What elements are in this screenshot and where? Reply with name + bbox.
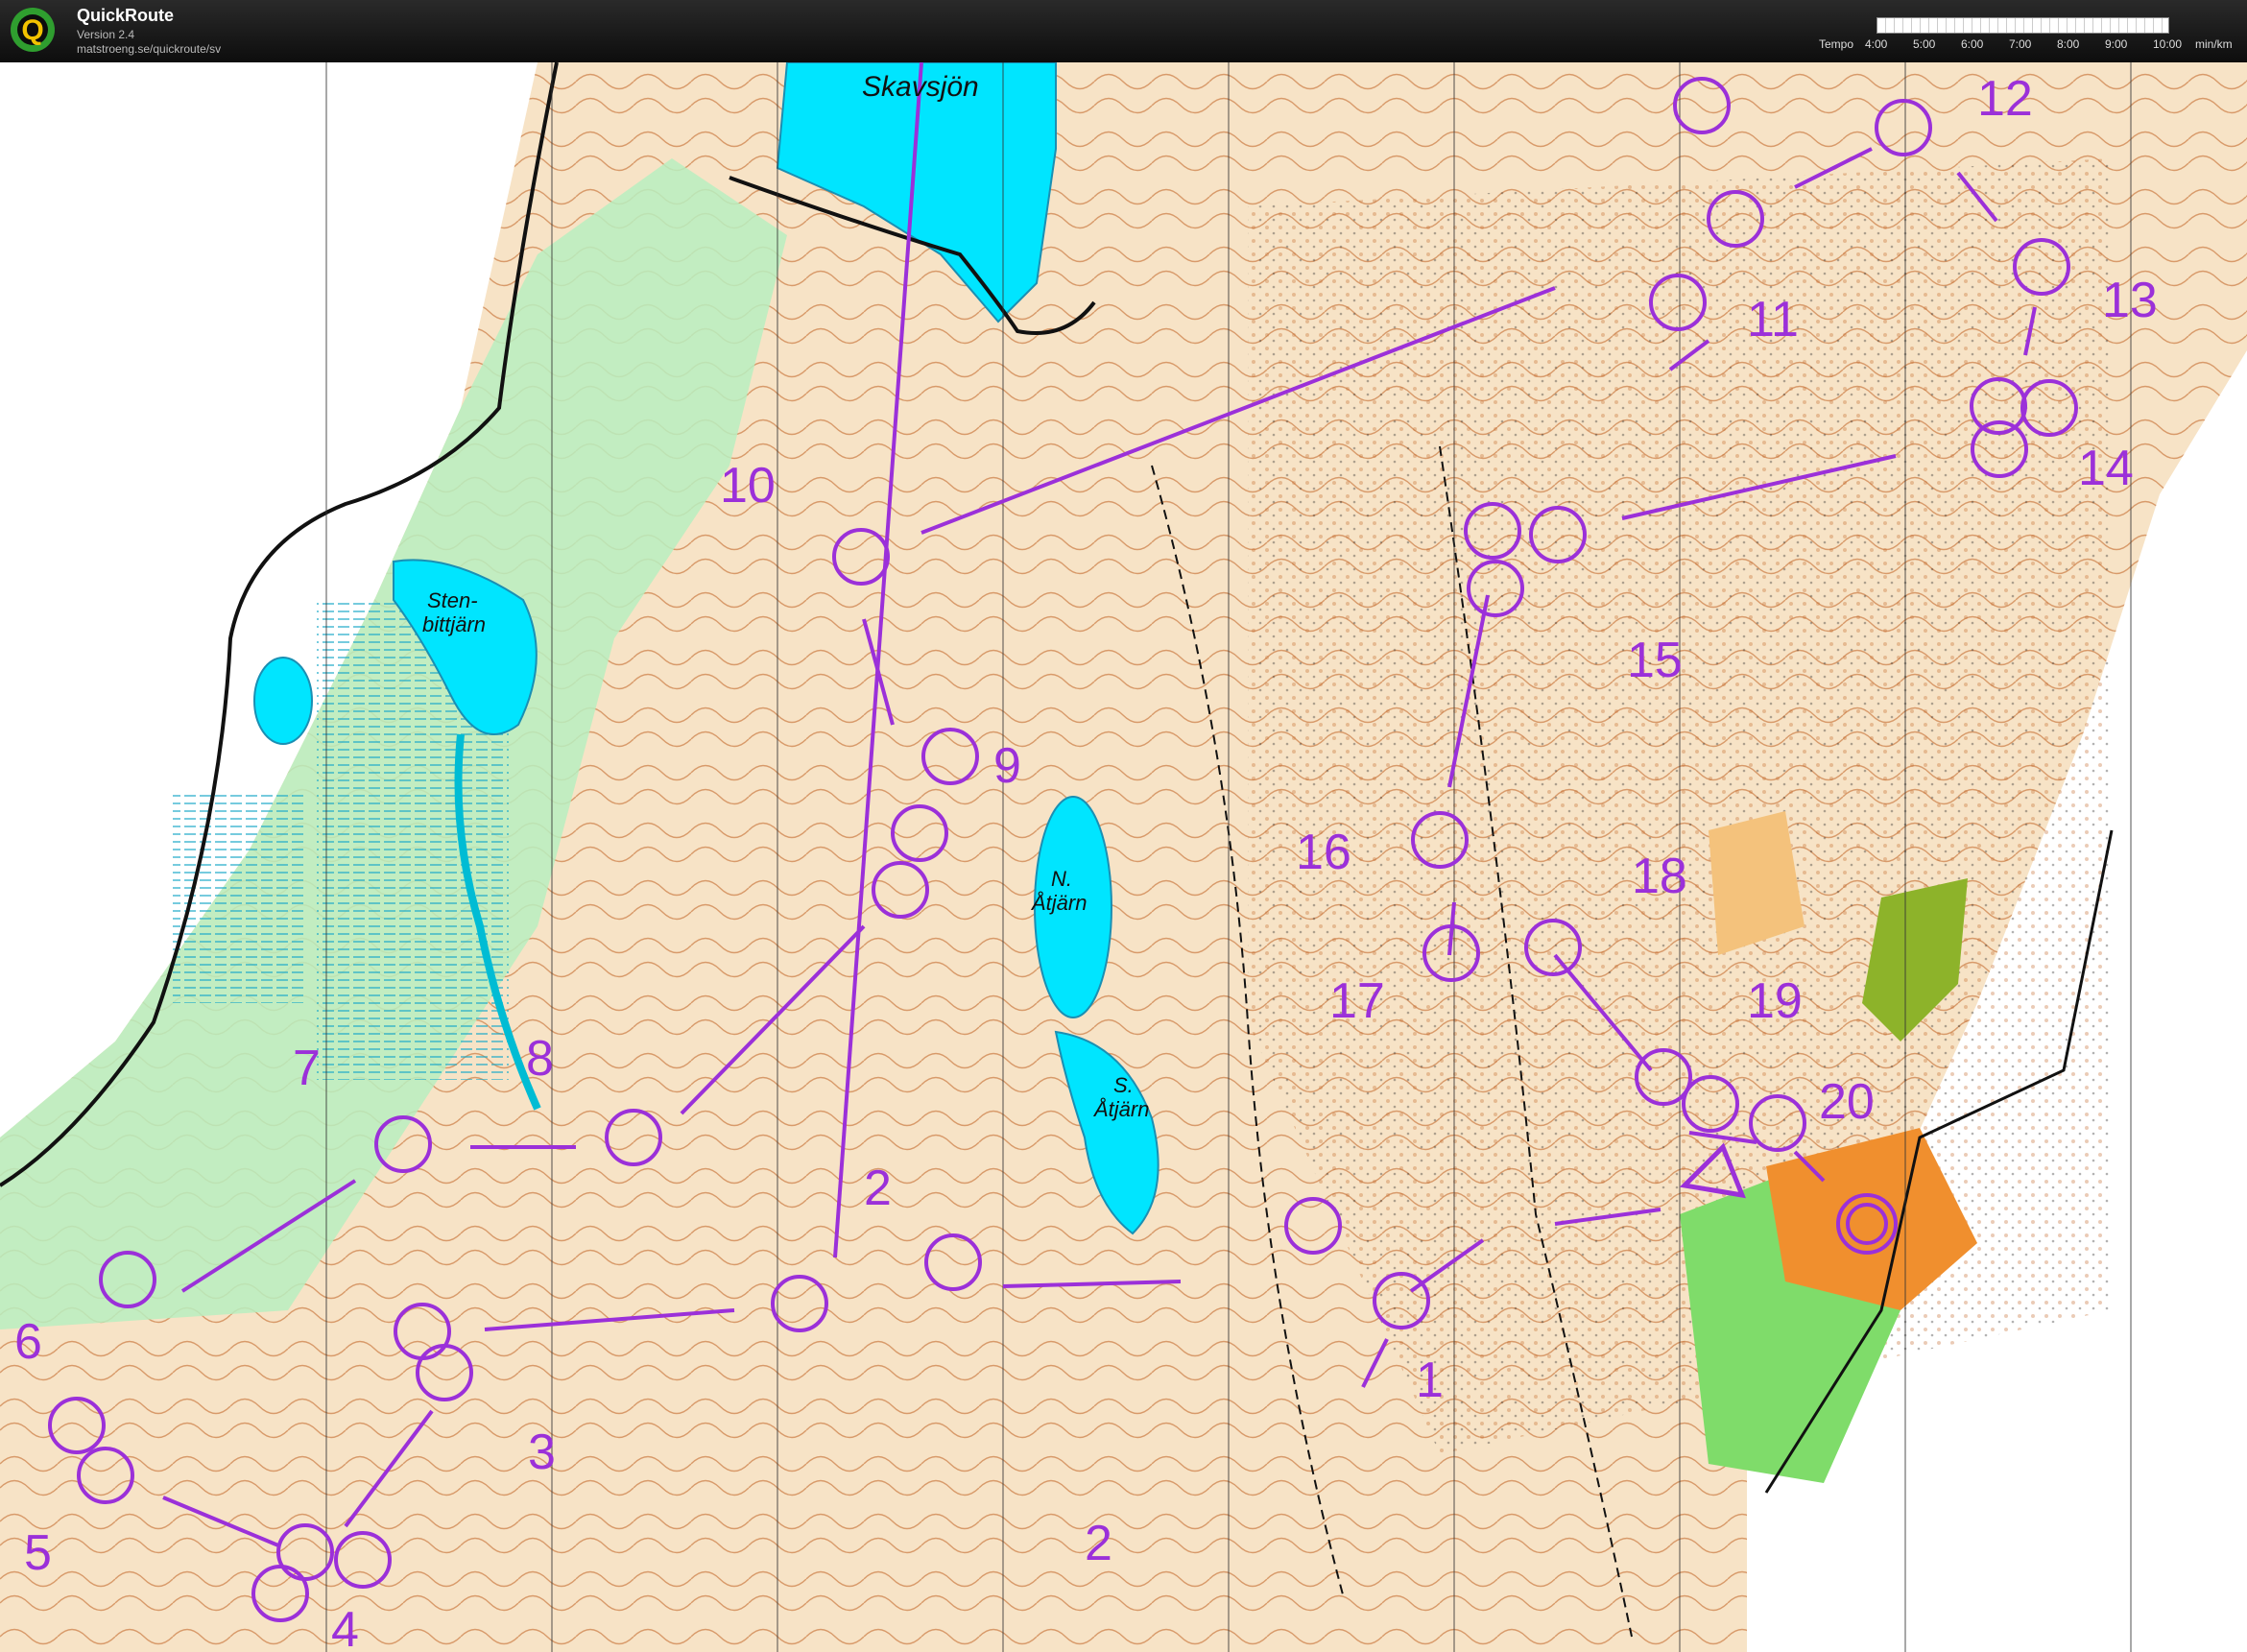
place-name-s-atjarn: S. — [1113, 1073, 1134, 1097]
control-number: 3 — [528, 1425, 556, 1480]
tempo-unit: min/km — [2195, 37, 2233, 51]
tempo-label: Tempo — [1819, 37, 1854, 51]
map-canvas[interactable]: Skavsjön Sten- bittjärn N. Åtjärn S. Åtj… — [0, 62, 2247, 1652]
place-name-skavsjon: Skavsjön — [862, 71, 979, 103]
control-number: 16 — [1296, 825, 1351, 880]
control-number: 19 — [1747, 973, 1803, 1029]
tempo-tick: 8:00 — [2057, 37, 2080, 51]
control-number: 1 — [1416, 1353, 1444, 1408]
small-lake — [253, 657, 313, 745]
tempo-tick: 5:00 — [1913, 37, 1936, 51]
control-number: 12 — [1977, 71, 2033, 127]
place-name-stenbittjarn: bittjärn — [422, 612, 486, 636]
app-url: matstroeng.se/quickroute/sv — [77, 42, 222, 56]
place-name-stenbittjarn: Sten- — [427, 588, 478, 612]
app-version: Version 2.4 — [77, 28, 135, 41]
place-name-n-atjarn: N. — [1051, 867, 1072, 891]
tempo-tick: 4:00 — [1865, 37, 1888, 51]
control-number: 7 — [293, 1041, 321, 1096]
control-number: 10 — [720, 458, 776, 514]
control-number: 18 — [1632, 849, 1687, 904]
tempo-tick: 6:00 — [1961, 37, 1984, 51]
place-name-n-atjarn: Åtjärn — [1030, 891, 1087, 915]
control-number: 13 — [2102, 273, 2158, 328]
control-number: 2 — [1085, 1516, 1112, 1571]
control-number: 15 — [1627, 633, 1683, 688]
control-number: 6 — [14, 1314, 42, 1370]
control-number: 8 — [526, 1031, 554, 1087]
tempo-color-scale — [1876, 17, 2169, 34]
control-number: 14 — [2078, 441, 2134, 496]
place-name-s-atjarn: Åtjärn — [1092, 1097, 1149, 1121]
control-number: 20 — [1819, 1074, 1875, 1130]
control-number: 9 — [993, 738, 1021, 794]
svg-text:Q: Q — [21, 14, 43, 46]
tempo-tick: 7:00 — [2009, 37, 2032, 51]
title-bar: Q QuickRoute Version 2.4 matstroeng.se/q… — [0, 0, 2247, 62]
control-number: 4 — [331, 1602, 359, 1652]
control-number: 11 — [1747, 292, 1799, 347]
tempo-tick: 9:00 — [2105, 37, 2128, 51]
tempo-tick: 10:00 — [2153, 37, 2183, 51]
quickroute-logo-icon: Q — [11, 8, 55, 52]
control-number: 2 — [864, 1161, 892, 1216]
control-number: 17 — [1329, 973, 1385, 1029]
app-name: QuickRoute — [77, 6, 175, 25]
control-number: 5 — [24, 1525, 52, 1581]
orienteering-map[interactable]: Skavsjön Sten- bittjärn N. Åtjärn S. Åtj… — [0, 62, 2247, 1652]
